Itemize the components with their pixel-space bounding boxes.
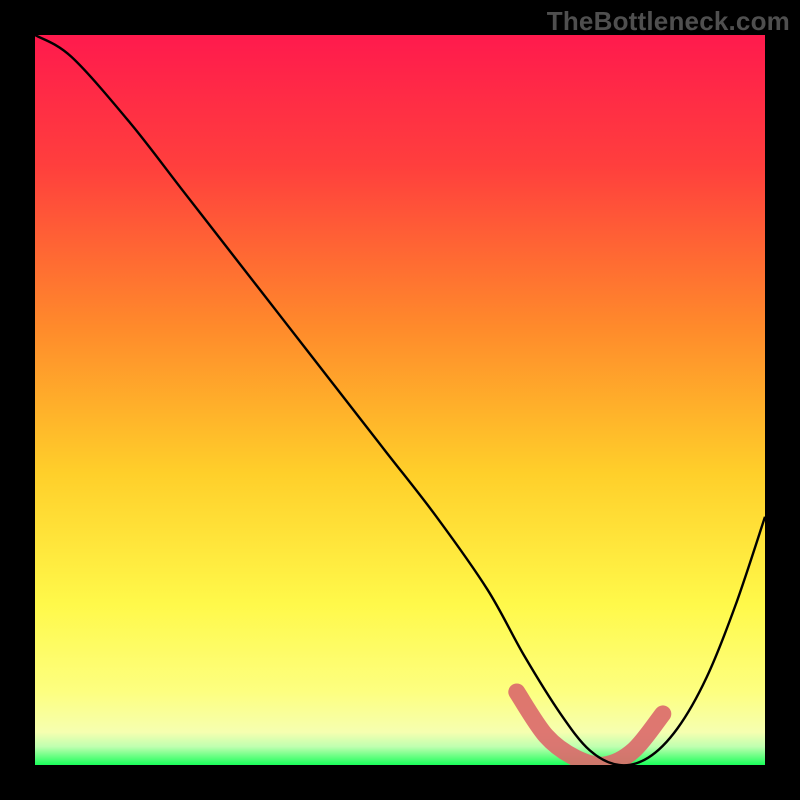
- chart-background: [35, 35, 765, 765]
- watermark-text: TheBottleneck.com: [547, 6, 790, 37]
- chart-svg: [35, 35, 765, 765]
- plot-area: [35, 35, 765, 765]
- chart-frame: TheBottleneck.com: [0, 0, 800, 800]
